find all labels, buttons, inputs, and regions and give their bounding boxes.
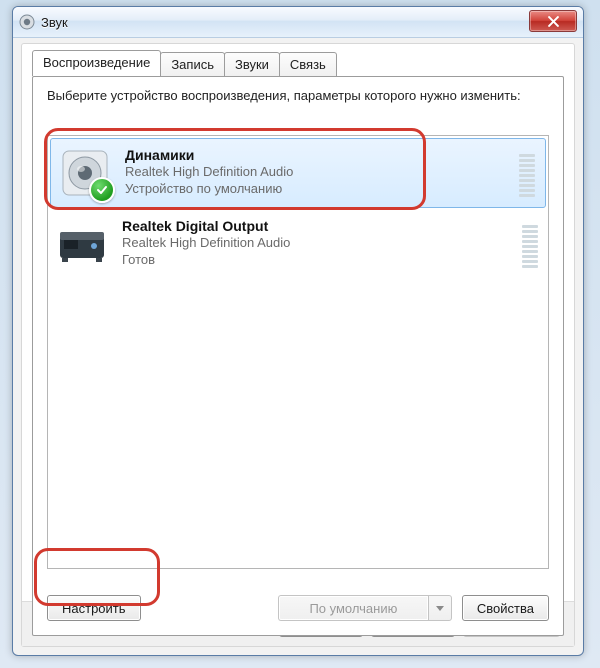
device-item-digital[interactable]: Realtek Digital Output Realtek High Defi… [48, 210, 548, 279]
device-name: Realtek Digital Output [122, 218, 514, 234]
tab-sounds[interactable]: Звуки [224, 52, 280, 78]
window-title: Звук [41, 15, 68, 30]
tab-playback[interactable]: Воспроизведение [32, 50, 161, 76]
device-driver: Realtek High Definition Audio [122, 234, 514, 251]
configure-button[interactable]: Настроить [47, 595, 141, 621]
default-check-icon [89, 177, 115, 203]
tab-page-playback: Выберите устройство воспроизведения, пар… [32, 76, 564, 636]
sound-icon [19, 14, 35, 30]
level-meter [522, 220, 538, 268]
digital-output-icon [56, 218, 108, 270]
default-dropdown[interactable]: По умолчанию [278, 595, 452, 621]
device-button-row: Настроить По умолчанию Свойства [47, 595, 549, 621]
device-driver: Realtek High Definition Audio [125, 163, 511, 180]
instruction-text: Выберите устройство воспроизведения, пар… [47, 87, 549, 105]
device-item-speakers[interactable]: Динамики Realtek High Definition Audio У… [50, 138, 546, 208]
chevron-down-icon[interactable] [428, 595, 452, 621]
close-button[interactable] [529, 10, 577, 32]
tab-strip: Воспроизведение Запись Звуки Связь [32, 50, 336, 76]
close-icon [548, 16, 559, 27]
device-status: Готов [122, 251, 514, 268]
device-status: Устройство по умолчанию [125, 180, 511, 197]
sound-dialog: Звук Воспроизведение Запись Звуки Связь … [12, 6, 584, 656]
properties-button[interactable]: Свойства [462, 595, 549, 621]
device-name: Динамики [125, 147, 511, 163]
tab-record[interactable]: Запись [160, 52, 225, 78]
tab-comm[interactable]: Связь [279, 52, 337, 78]
speaker-icon [59, 147, 111, 199]
level-meter [519, 149, 535, 197]
client-area: Воспроизведение Запись Звуки Связь Выбер… [21, 43, 575, 647]
set-default-button[interactable]: По умолчанию [278, 595, 428, 621]
titlebar[interactable]: Звук [13, 7, 583, 38]
device-list[interactable]: Динамики Realtek High Definition Audio У… [47, 135, 549, 569]
